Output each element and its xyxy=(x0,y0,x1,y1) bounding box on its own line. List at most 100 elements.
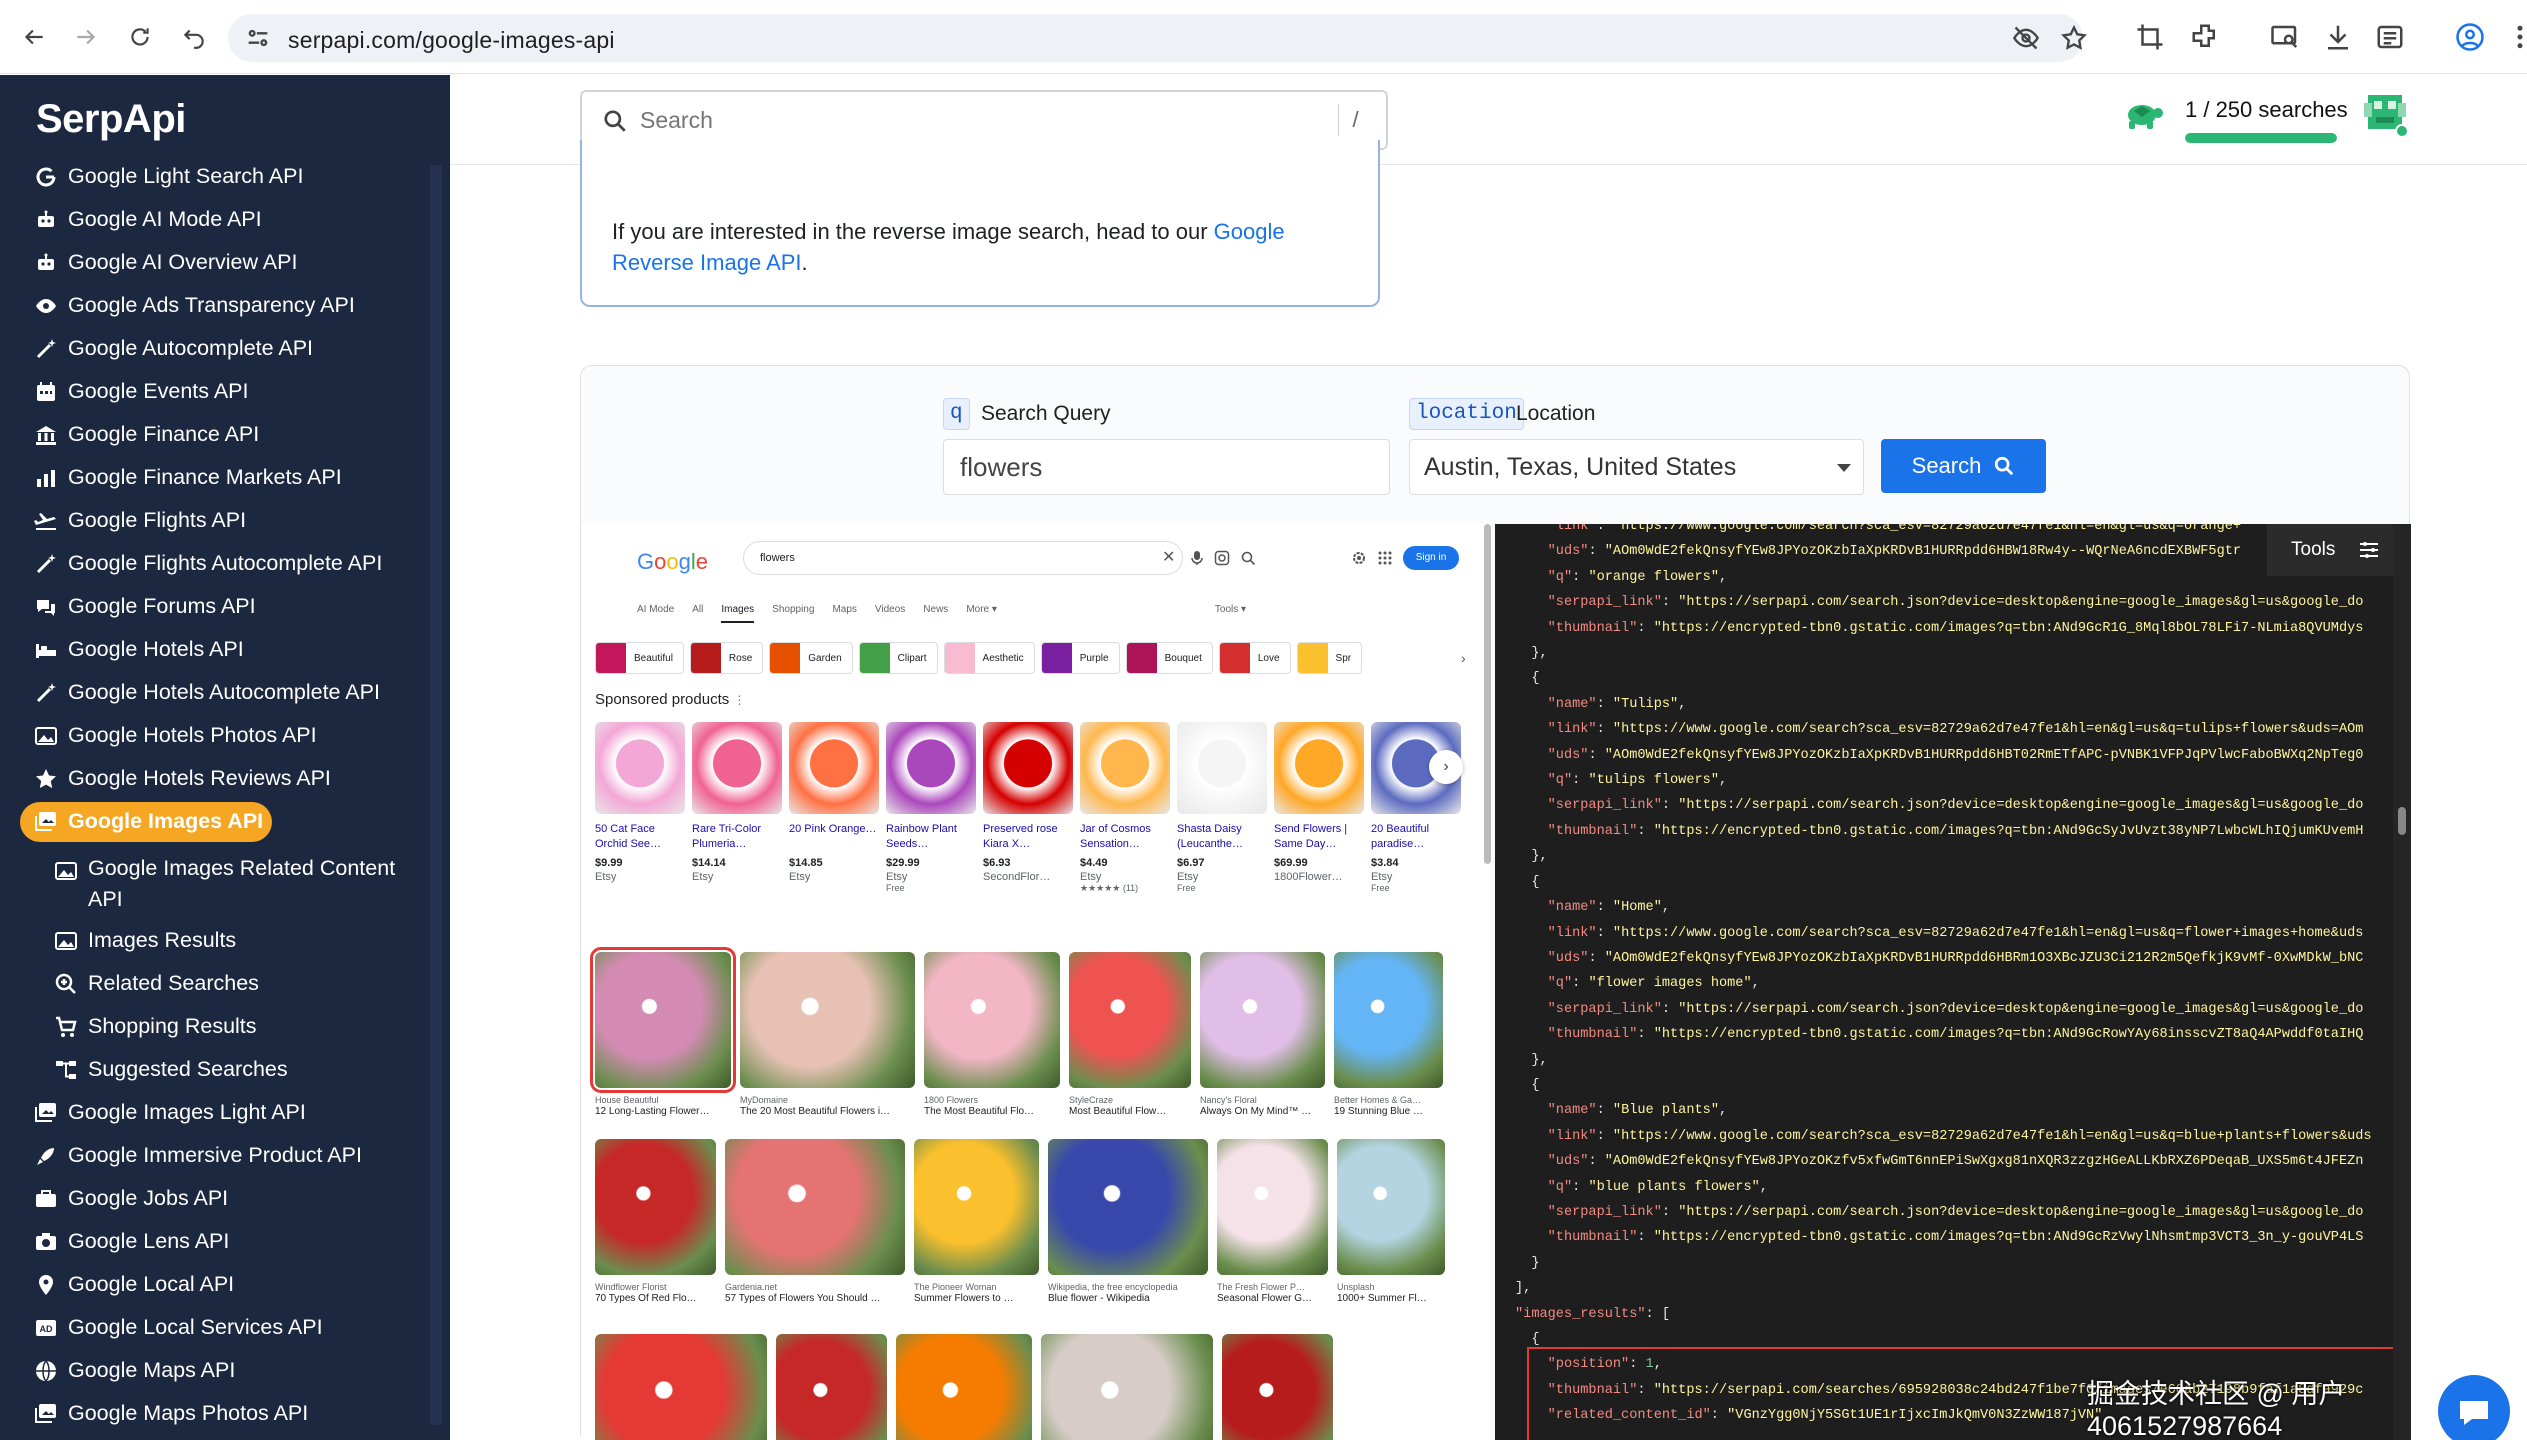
avatar[interactable] xyxy=(2360,89,2410,139)
filter-chip[interactable]: Purple xyxy=(1040,642,1120,674)
sidebar-item-google-hotels-reviews-api[interactable]: Google Hotels Reviews API xyxy=(0,757,450,800)
profile-icon[interactable] xyxy=(2455,22,2485,52)
image-result[interactable]: MyDomaine The 20 Most Beautiful Flowers … xyxy=(740,952,915,1117)
google-sign-in-button[interactable]: Sign in xyxy=(1403,546,1459,570)
image-result[interactable]: Windflower Florist 70 Types Of Red Flo… xyxy=(595,1139,716,1304)
sidebar-item-google-ai-mode-api[interactable]: Google AI Mode API xyxy=(0,198,450,241)
json-scrollbar[interactable] xyxy=(2393,524,2411,1440)
location-select[interactable]: Austin, Texas, United States xyxy=(1409,439,1864,495)
sidebar-item-google-light-search-api[interactable]: Google Light Search API xyxy=(0,155,450,198)
google-tab[interactable]: Tools ▾ xyxy=(1215,604,1246,623)
image-result[interactable]: Better Homes & Ga… 19 Stunning Blue … xyxy=(1334,952,1443,1117)
image-result[interactable] xyxy=(1222,1334,1333,1440)
sidebar-item-google-finance-markets-api[interactable]: Google Finance Markets API xyxy=(0,456,450,499)
sidebar-item-google-jobs-api[interactable]: Google Jobs API xyxy=(0,1177,450,1220)
sidebar-item-google-hotels-api[interactable]: Google Hotels API xyxy=(0,628,450,671)
image-result[interactable]: Gardenia.net 57 Types of Flowers You Sho… xyxy=(725,1139,905,1304)
search-icon[interactable] xyxy=(1240,550,1256,566)
filter-chip[interactable]: Garden xyxy=(769,642,853,674)
chat-button[interactable] xyxy=(2438,1375,2510,1440)
google-tab[interactable]: AI Mode xyxy=(637,604,674,623)
filter-chip[interactable]: Beautiful xyxy=(595,642,684,674)
image-result[interactable]: The Pioneer Woman Summer Flowers to … xyxy=(914,1139,1039,1304)
google-search-box[interactable]: flowers ✕ xyxy=(743,541,1256,575)
google-tab[interactable]: Maps xyxy=(832,604,856,623)
sidebar-item-google-ads-transparency-api[interactable]: Google Ads Transparency API xyxy=(0,284,450,327)
image-result[interactable] xyxy=(595,1334,767,1440)
preview-scrollbar[interactable] xyxy=(1484,524,1491,864)
sidebar-item-related-searches[interactable]: Related Searches xyxy=(0,962,450,1005)
sidebar-item-google-local-api[interactable]: Google Local API xyxy=(0,1263,450,1306)
sidebar-item-google-forums-api[interactable]: Google Forums API xyxy=(0,585,450,628)
forward-icon[interactable] xyxy=(66,17,106,57)
filter-chip[interactable]: Rose xyxy=(689,642,764,674)
brand-logo[interactable]: SerpApi xyxy=(36,97,186,142)
product-card[interactable]: 20 Beautiful paradise… $3.84 Etsy Free xyxy=(1371,722,1461,894)
filter-chip[interactable]: Aesthetic xyxy=(943,642,1035,674)
image-result[interactable]: Unsplash 1000+ Summer Fl… xyxy=(1337,1139,1445,1304)
more-options-icon[interactable]: ⋮ xyxy=(733,693,745,707)
google-tab[interactable]: Images xyxy=(721,604,755,623)
filter-chip[interactable]: Spr xyxy=(1296,642,1363,674)
product-card[interactable]: Send Flowers | Same Day… $69.99 1800Flow… xyxy=(1274,722,1364,894)
json-scroll-thumb[interactable] xyxy=(2398,807,2406,835)
sidebar-item-google-local-services-api[interactable]: AD Google Local Services API xyxy=(0,1306,450,1349)
google-tab[interactable]: Shopping xyxy=(772,604,814,623)
eye-off-icon[interactable] xyxy=(2012,24,2040,52)
google-tab[interactable]: More ▾ xyxy=(966,604,997,623)
sidebar-item-suggested-searches[interactable]: Suggested Searches xyxy=(0,1048,450,1091)
sidebar-item-google-events-api[interactable]: Google Events API xyxy=(0,370,450,413)
sidebar-item-google-autocomplete-api[interactable]: Google Autocomplete API xyxy=(0,327,450,370)
sidebar-item-google-finance-api[interactable]: Google Finance API xyxy=(0,413,450,456)
playground-search-button[interactable]: Search xyxy=(1881,439,2046,493)
product-card[interactable]: Rainbow Plant Seeds… $29.99 Etsy Free xyxy=(886,722,976,894)
sidebar-item-images-results[interactable]: Images Results xyxy=(0,919,450,962)
filter-chip[interactable]: Love xyxy=(1218,642,1291,674)
sidebar-item-google-immersive-product-api[interactable]: Google Immersive Product API xyxy=(0,1134,450,1177)
image-result[interactable] xyxy=(896,1334,1032,1440)
sidebar-item-google-maps-photos-api[interactable]: Google Maps Photos API xyxy=(0,1392,450,1435)
sidebar-item-google-images-related-content-api[interactable]: Google Images Related Content API xyxy=(0,843,450,919)
gear-icon[interactable] xyxy=(1351,550,1367,566)
product-card[interactable]: 20 Pink Orange… $14.85 Etsy xyxy=(789,722,879,894)
filter-chip[interactable]: Clipart xyxy=(858,642,938,674)
sidebar-item-google-flights-api[interactable]: Google Flights API xyxy=(0,499,450,542)
sidebar-item-google-lens-api[interactable]: Google Lens API xyxy=(0,1220,450,1263)
image-result[interactable]: StyleCraze Most Beautiful Flow… xyxy=(1069,952,1191,1117)
image-result[interactable]: 1800 Flowers The Most Beautiful Flo… xyxy=(924,952,1060,1117)
sidebar-item-google-hotels-photos-api[interactable]: Google Hotels Photos API xyxy=(0,714,450,757)
google-tab[interactable]: News xyxy=(923,604,948,623)
product-card[interactable]: Jar of Cosmos Sensation… $4.49 Etsy ★★★★… xyxy=(1080,722,1170,894)
image-result[interactable]: Wikipedia, the free encyclopedia Blue fl… xyxy=(1048,1139,1208,1304)
filter-chip[interactable]: Bouquet xyxy=(1125,642,1213,674)
product-card[interactable]: 50 Cat Face Orchid See… $9.99 Etsy xyxy=(595,722,685,894)
sidebar-item-google-hotels-autocomplete-api[interactable]: Google Hotels Autocomplete API xyxy=(0,671,450,714)
address-bar[interactable]: serpapi.com/google-images-api xyxy=(228,14,2088,62)
sidebar-item-google-images-light-api[interactable]: Google Images Light API xyxy=(0,1091,450,1134)
sidebar-item-google-flights-autocomplete-api[interactable]: Google Flights Autocomplete API xyxy=(0,542,450,585)
google-tab[interactable]: All xyxy=(692,604,703,623)
sidebar-scrollbar[interactable] xyxy=(430,165,442,1425)
tools-button[interactable]: Tools xyxy=(2267,524,2411,576)
query-input[interactable]: flowers xyxy=(943,439,1390,495)
extensions-icon[interactable] xyxy=(2190,22,2220,52)
lens-icon[interactable] xyxy=(1214,550,1230,566)
apps-grid-icon[interactable] xyxy=(1377,550,1393,566)
image-result[interactable]: Nancy's Floral Always On My Mind™ … xyxy=(1200,952,1325,1117)
chevron-right-icon[interactable]: › xyxy=(1461,650,1466,666)
google-tab[interactable]: Videos xyxy=(875,604,905,623)
back-icon[interactable] xyxy=(14,17,54,57)
product-card[interactable]: Shasta Daisy (Leucanthe… $6.97 Etsy Free xyxy=(1177,722,1267,894)
carousel-next-button[interactable]: › xyxy=(1429,750,1463,784)
clear-icon[interactable]: ✕ xyxy=(1162,542,1175,574)
sidebar-item-google-ai-overview-api[interactable]: Google AI Overview API xyxy=(0,241,450,284)
product-card[interactable]: Preserved rose Kiara X… $6.93 SecondFlor… xyxy=(983,722,1073,894)
menu-dots-icon[interactable] xyxy=(2505,22,2527,52)
download-icon[interactable] xyxy=(2323,22,2353,52)
sidebar-item-shopping-results[interactable]: Shopping Results xyxy=(0,1005,450,1048)
sidebar-item-google-maps-api[interactable]: Google Maps API xyxy=(0,1349,450,1392)
image-result[interactable] xyxy=(776,1334,887,1440)
reading-list-icon[interactable] xyxy=(2375,22,2405,52)
image-result[interactable] xyxy=(1041,1334,1213,1440)
screen-search-icon[interactable] xyxy=(2270,22,2300,52)
